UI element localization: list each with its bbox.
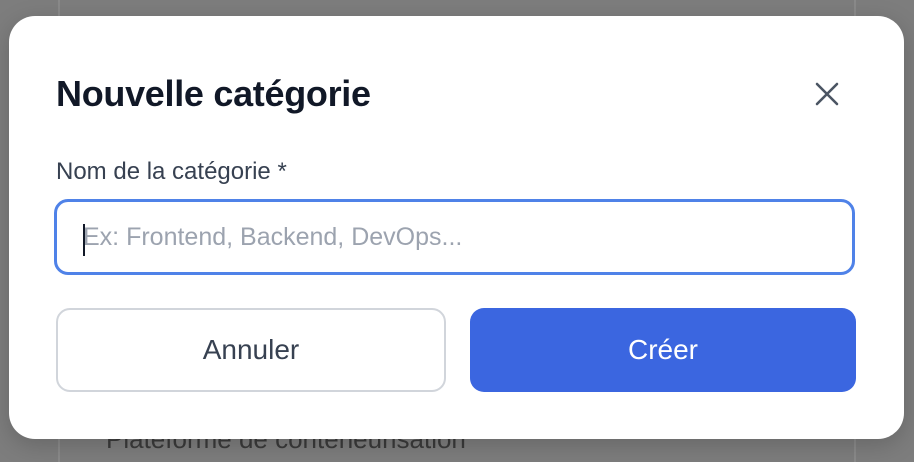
- close-button[interactable]: [807, 74, 847, 114]
- close-icon: [815, 82, 839, 106]
- category-name-label: Nom de la catégorie *: [56, 158, 287, 185]
- cancel-button[interactable]: Annuler: [56, 308, 446, 392]
- category-name-field[interactable]: [54, 199, 855, 275]
- dialog-title: Nouvelle catégorie: [56, 73, 371, 114]
- text-caret: [83, 224, 85, 256]
- new-category-dialog: Nouvelle catégorie Nom de la catégorie *…: [9, 16, 904, 439]
- category-name-input[interactable]: [83, 202, 823, 272]
- create-button[interactable]: Créer: [470, 308, 856, 392]
